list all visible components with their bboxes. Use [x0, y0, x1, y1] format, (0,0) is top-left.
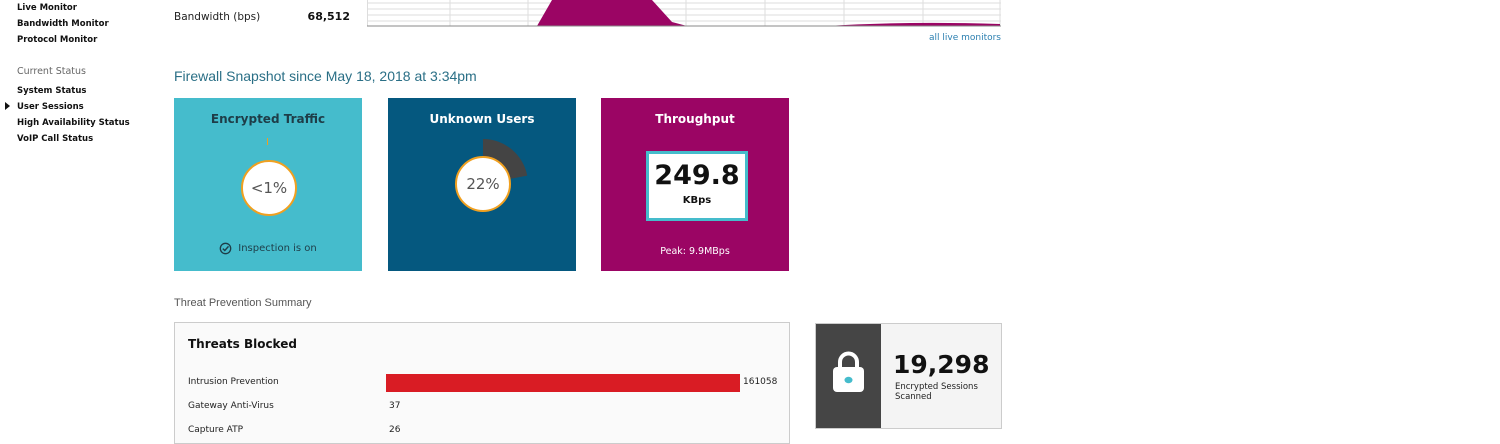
- check-circle-icon: [219, 242, 232, 255]
- nav-protocol-monitor[interactable]: Protocol Monitor: [17, 35, 97, 45]
- nav-voip-call-status[interactable]: VoIP Call Status: [17, 134, 93, 144]
- unknown-users-tile[interactable]: Unknown Users 22%: [388, 98, 576, 271]
- bandwidth-chart-grid: [367, 0, 1001, 26]
- lock-icon: [833, 351, 864, 392]
- nav-bandwidth-monitor[interactable]: Bandwidth Monitor: [17, 19, 109, 29]
- throughput-box: 249.8 KBps: [646, 151, 748, 221]
- threat-prevention-title: Threat Prevention Summary: [174, 297, 312, 309]
- bandwidth-value: 68,512: [307, 10, 350, 23]
- encrypted-sessions-label: Encrypted Sessions Scanned: [895, 382, 978, 402]
- sidebar: Live Monitor Bandwidth Monitor Protocol …: [0, 0, 160, 430]
- threat-count: 26: [389, 425, 401, 435]
- encrypted-sessions-value: 19,298: [893, 350, 990, 379]
- threats-blocked-panel: Threats Blocked Intrusion Prevention 161…: [174, 322, 790, 444]
- nav-high-availability-status[interactable]: High Availability Status: [17, 118, 130, 128]
- threats-blocked-title: Threats Blocked: [188, 337, 297, 351]
- threat-row[interactable]: Gateway Anti-Virus 37: [175, 398, 789, 418]
- encrypted-sessions-panel[interactable]: 19,298 Encrypted Sessions Scanned: [815, 323, 1002, 429]
- bandwidth-chart: [367, 0, 1001, 27]
- encrypted-traffic-title: Encrypted Traffic: [210, 112, 326, 126]
- nav-system-status[interactable]: System Status: [17, 86, 86, 96]
- threat-bar: [386, 374, 740, 392]
- threat-count: 37: [389, 401, 401, 411]
- lock-panel: [816, 324, 881, 428]
- inspection-status-label: Inspection is on: [238, 243, 317, 254]
- inspection-status: Inspection is on: [174, 242, 362, 255]
- threat-row[interactable]: Capture ATP 26: [175, 422, 789, 442]
- bandwidth-label: Bandwidth (bps): [174, 11, 261, 23]
- gauge-tick: [267, 138, 268, 145]
- unknown-users-gauge: 22%: [455, 156, 511, 212]
- all-live-monitors-link[interactable]: all live monitors: [860, 33, 1001, 43]
- throughput-peak: Peak: 9.9MBps: [660, 246, 730, 257]
- nav-live-monitor[interactable]: Live Monitor: [17, 3, 77, 13]
- encrypted-traffic-tile[interactable]: Encrypted Traffic <1% Inspection is on: [174, 98, 362, 271]
- throughput-title: Throughput: [655, 112, 735, 126]
- threat-count: 161058: [743, 377, 778, 387]
- active-caret-icon: [5, 102, 10, 110]
- snapshot-title: Firewall Snapshot since May 18, 2018 at …: [174, 68, 477, 84]
- throughput-unit: KBps: [682, 195, 712, 206]
- threat-row[interactable]: Intrusion Prevention 161058: [175, 374, 789, 394]
- threat-name: Intrusion Prevention: [188, 377, 279, 387]
- encrypted-traffic-gauge: <1%: [241, 160, 297, 216]
- threat-name: Capture ATP: [188, 425, 244, 435]
- bandwidth-area: [537, 0, 687, 26]
- throughput-value: 249.8: [654, 160, 740, 191]
- threat-name: Gateway Anti-Virus: [188, 401, 274, 411]
- throughput-tile[interactable]: Throughput 249.8 KBps Peak: 9.9MBps: [601, 98, 789, 271]
- nav-user-sessions[interactable]: User Sessions: [17, 102, 84, 112]
- nav-section-current-status: Current Status: [17, 66, 86, 77]
